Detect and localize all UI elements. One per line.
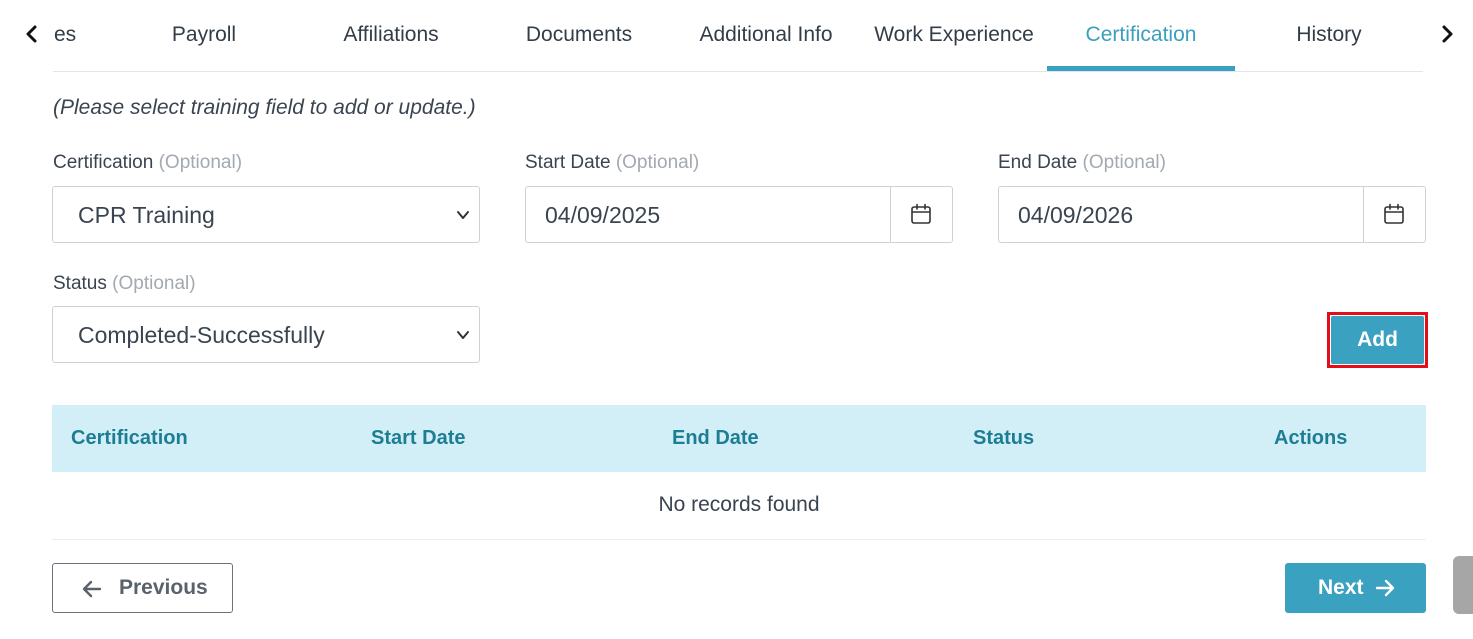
previous-label: Previous <box>119 576 208 599</box>
tab-payroll[interactable]: Payroll <box>128 0 280 72</box>
tab-work-experience[interactable]: Work Experience <box>862 0 1046 72</box>
tab-partial[interactable]: es <box>54 0 94 72</box>
column-header-actions: Actions <box>1274 427 1348 449</box>
start-date-value: 04/09/2025 <box>545 202 661 228</box>
end-date-optional: (Optional) <box>1082 152 1166 173</box>
status-select[interactable]: Completed-Successfully <box>52 306 480 363</box>
start-date-calendar-button[interactable] <box>890 187 952 242</box>
column-header-status[interactable]: Status <box>973 405 1034 472</box>
arrow-right-icon <box>1375 579 1395 597</box>
column-header-end-date[interactable]: End Date <box>672 405 759 472</box>
form-hint: (Please select training field to add or … <box>53 96 476 119</box>
tab-additional-info[interactable]: Additional Info <box>684 0 848 72</box>
start-date-optional: (Optional) <box>615 152 700 173</box>
tab-certification[interactable]: Certification <box>1047 0 1235 72</box>
certification-label-text: Certification <box>53 152 154 173</box>
start-date-label: Start Date (Optional) <box>525 152 699 174</box>
add-button[interactable]: Add <box>1331 316 1424 364</box>
certification-table-header: Certification Start Date End Date Status… <box>52 405 1426 472</box>
certification-label: Certification (Optional) <box>53 152 242 174</box>
start-date-field[interactable]: 04/09/2025 <box>525 186 953 243</box>
scrollbar-thumb[interactable] <box>1453 556 1473 614</box>
tabs-divider <box>53 71 1423 72</box>
table-empty-row: No records found <box>52 472 1426 540</box>
tab-bar: es Payroll Affiliations Documents Additi… <box>0 0 1473 72</box>
start-date-label-text: Start Date <box>525 152 611 173</box>
tab-affiliations[interactable]: Affiliations <box>300 0 482 72</box>
chevron-right-icon[interactable] <box>1437 20 1457 48</box>
chevron-down-icon <box>457 211 469 219</box>
end-date-label-text: End Date <box>998 152 1078 173</box>
calendar-icon <box>911 203 931 224</box>
end-date-value: 04/09/2026 <box>1018 202 1134 228</box>
certification-select[interactable]: CPR Training <box>52 186 480 243</box>
chevron-down-icon <box>457 331 469 339</box>
end-date-calendar-button[interactable] <box>1363 187 1425 242</box>
status-optional: (Optional) <box>112 273 196 294</box>
status-label: Status (Optional) <box>53 273 196 295</box>
status-value: Completed-Successfully <box>78 322 325 348</box>
chevron-left-icon[interactable] <box>22 20 42 48</box>
arrow-left-icon <box>82 580 102 598</box>
end-date-label: End Date (Optional) <box>998 152 1166 174</box>
column-header-start-date[interactable]: Start Date <box>371 405 465 472</box>
certification-value: CPR Training <box>78 202 215 228</box>
empty-message: No records found <box>658 493 820 516</box>
tab-history[interactable]: History <box>1245 0 1413 72</box>
column-header-certification[interactable]: Certification <box>71 405 188 472</box>
status-label-text: Status <box>53 273 107 294</box>
next-button[interactable]: Next <box>1285 563 1426 613</box>
certification-optional: (Optional) <box>158 152 243 173</box>
calendar-icon <box>1384 203 1404 224</box>
tab-documents[interactable]: Documents <box>494 0 664 72</box>
previous-button[interactable]: Previous <box>52 563 233 613</box>
next-label: Next <box>1318 576 1364 599</box>
end-date-field[interactable]: 04/09/2026 <box>998 186 1426 243</box>
